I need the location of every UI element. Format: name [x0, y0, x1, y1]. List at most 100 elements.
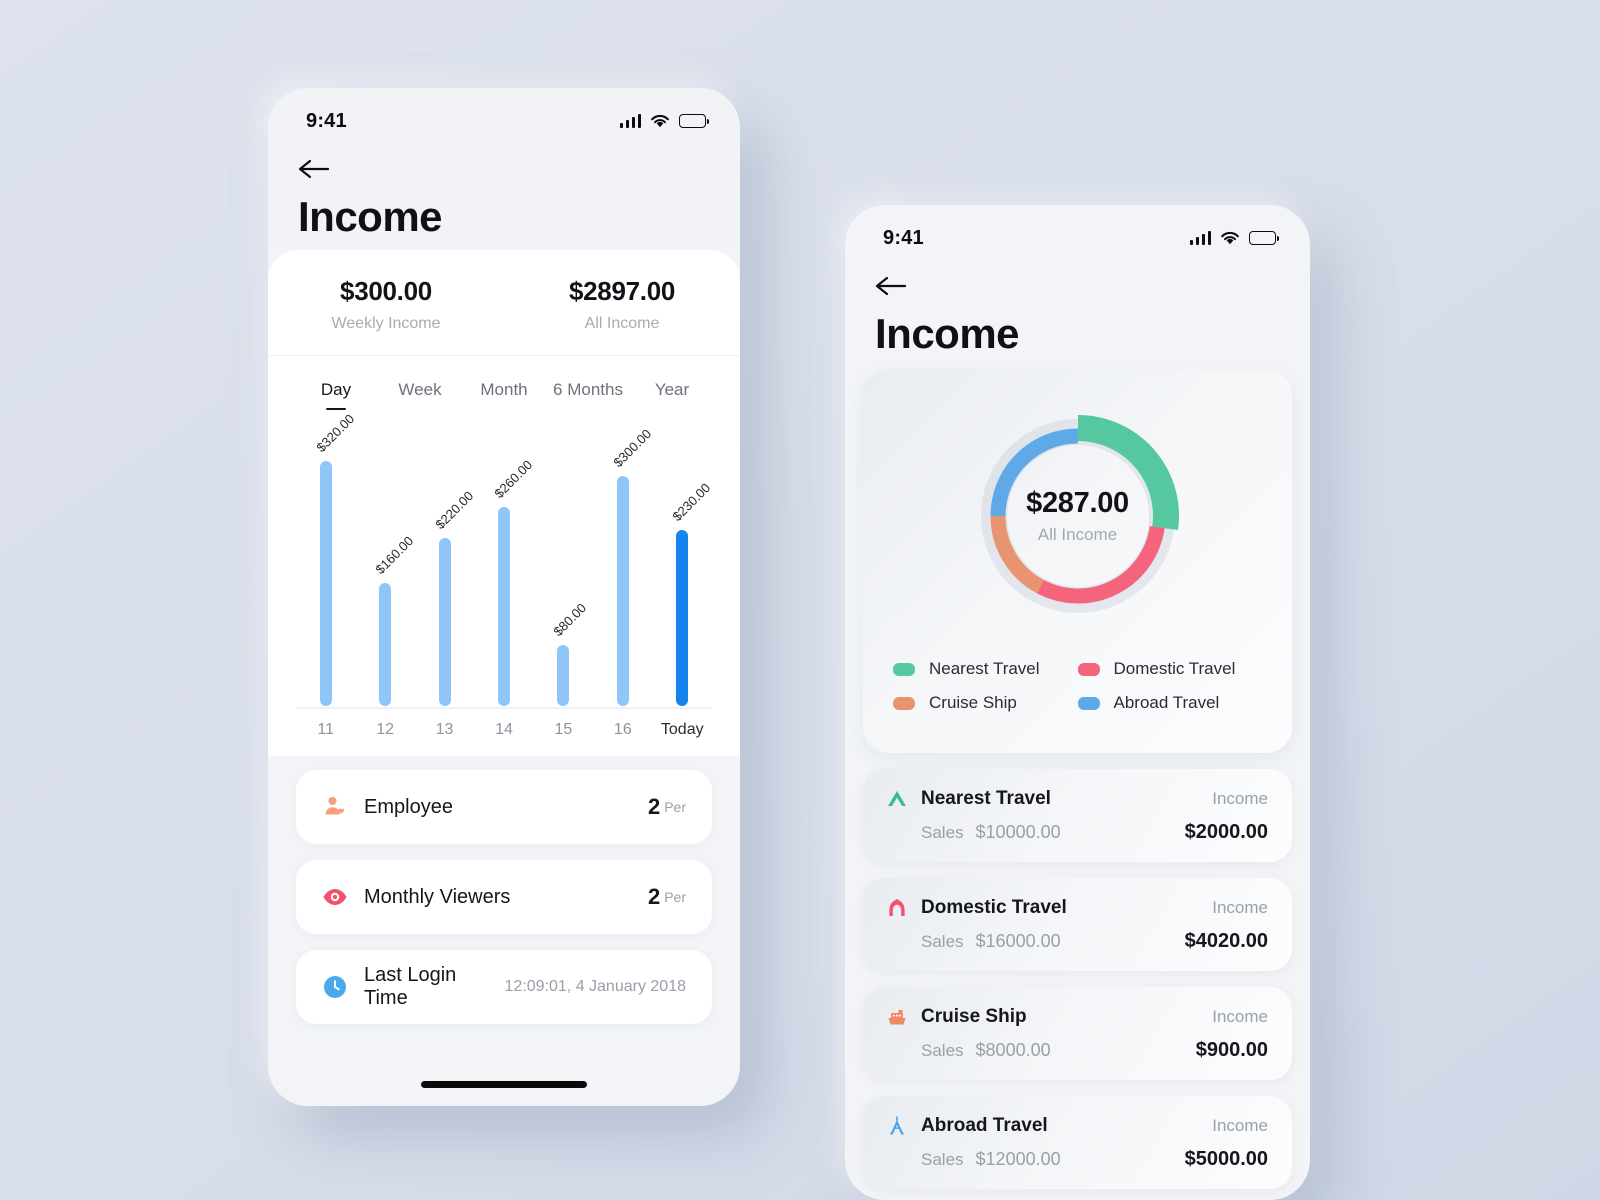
- stats-list: Employee 2 Per Monthly Viewers 2 Per Las…: [268, 756, 740, 1024]
- income-donut-card: $287.00 All Income Nearest Travel Domest…: [863, 369, 1292, 753]
- wifi-icon: [651, 114, 669, 127]
- bridge-arch-icon: [885, 896, 909, 920]
- list-item-label: Monthly Viewers: [364, 885, 511, 908]
- list-item-employee[interactable]: Employee 2 Per: [296, 770, 712, 844]
- travel-row-abroad-travel[interactable]: Abroad Travel Income Sales $12000.00 $50…: [863, 1096, 1292, 1189]
- status-bar: 9:41: [268, 88, 740, 140]
- bar-value-label: $220.00: [431, 488, 476, 532]
- bar[interactable]: [497, 507, 510, 706]
- legend-swatch: [1077, 662, 1100, 676]
- legend-swatch: [1077, 696, 1100, 710]
- bar[interactable]: [319, 461, 332, 706]
- donut-total-value: $287.00: [1026, 487, 1129, 519]
- travel-income-label: Income: [1212, 789, 1268, 808]
- tab-month[interactable]: Month: [462, 380, 546, 410]
- bar-column[interactable]: $220.00: [415, 436, 476, 706]
- donut-legend: Nearest Travel Domestic Travel Cruise Sh…: [863, 631, 1292, 727]
- bar[interactable]: [379, 583, 392, 706]
- donut-total-label: All Income: [1037, 525, 1118, 544]
- bar-value-label: $160.00: [372, 533, 417, 577]
- bar-column[interactable]: $320.00: [296, 411, 357, 706]
- tab-year[interactable]: Year: [630, 380, 714, 410]
- bar-column[interactable]: $230.00: [653, 436, 713, 706]
- travel-name: Domestic Travel: [921, 897, 1067, 918]
- bar[interactable]: [438, 538, 451, 706]
- list-item-value: 2: [647, 794, 661, 819]
- back-arrow-icon[interactable]: [298, 154, 332, 184]
- travel-row-nearest-travel[interactable]: Nearest Travel Income Sales $10000.00 $2…: [863, 769, 1292, 862]
- donut-center-text: $287.00 All Income: [1026, 487, 1129, 545]
- travel-income-value: $4020.00: [1184, 930, 1268, 952]
- travel-sales-key: Sales: [921, 1150, 964, 1169]
- bar[interactable]: [557, 645, 570, 706]
- status-bar: 9:41: [845, 205, 1310, 257]
- travel-name: Nearest Travel: [921, 788, 1051, 809]
- bar-value-label: $260.00: [491, 457, 536, 501]
- legend-swatch: [893, 696, 915, 710]
- bar-column[interactable]: $300.00: [593, 426, 654, 706]
- bar-value-label: $320.00: [313, 411, 357, 455]
- bar[interactable]: [616, 476, 629, 706]
- legend-label: Nearest Travel: [929, 659, 1040, 678]
- legend-swatch: [893, 662, 915, 676]
- income-donut-chart: $287.00 All Income: [963, 401, 1193, 631]
- eiffel-tower-icon: [885, 1114, 909, 1138]
- list-item-unit: Per: [664, 889, 686, 905]
- list-item-label: Last Login Time: [364, 964, 457, 1009]
- bar-x-label: 13: [435, 721, 454, 738]
- summary-value: $300.00: [340, 276, 432, 306]
- list-item-unit: Per: [664, 799, 686, 815]
- legend-item-cruise-ship[interactable]: Cruise Ship: [893, 693, 1078, 713]
- home-indicator: [421, 1081, 587, 1088]
- back-arrow-icon[interactable]: [875, 271, 909, 301]
- travel-row-domestic-travel[interactable]: Domestic Travel Income Sales $16000.00 $…: [863, 878, 1292, 971]
- travel-sales-key: Sales: [921, 1041, 964, 1060]
- status-time: 9:41: [883, 226, 924, 249]
- travel-sales-key: Sales: [921, 823, 964, 842]
- bar[interactable]: [676, 530, 689, 706]
- income-summary-card: $300.00 Weekly Income $2897.00 All Incom…: [268, 250, 740, 756]
- eye-icon: [322, 884, 348, 910]
- list-item-last-login-time[interactable]: Last Login Time 12:09:01, 4 January 2018: [296, 950, 712, 1024]
- legend-item-nearest-travel[interactable]: Nearest Travel: [893, 659, 1078, 679]
- travel-sales-key: Sales: [921, 932, 964, 951]
- travel-income-value: $900.00: [1195, 1039, 1268, 1061]
- bar-x-label: Today: [660, 721, 704, 738]
- list-item-meta: 12:09:01, 4 January 2018: [504, 978, 686, 995]
- summary-label: All Income: [584, 315, 660, 332]
- list-item-value: 2: [647, 884, 661, 909]
- travel-income-value: $2000.00: [1184, 821, 1268, 843]
- list-item-label: Employee: [364, 795, 453, 818]
- summary-weekly-income: $300.00 Weekly Income: [268, 276, 504, 333]
- travel-row-cruise-ship[interactable]: Cruise Ship Income Sales $8000.00 $900.0…: [863, 987, 1292, 1080]
- travel-sales-value: $16000.00: [975, 931, 1061, 951]
- bar-value-label: $300.00: [610, 426, 655, 470]
- wifi-icon: [1221, 231, 1239, 244]
- mountain-icon: [885, 787, 909, 811]
- bar-column[interactable]: $160.00: [355, 436, 417, 706]
- travel-income-label: Income: [1212, 898, 1268, 917]
- list-item-monthly-viewers[interactable]: Monthly Viewers 2 Per: [296, 860, 712, 934]
- battery-icon: [679, 114, 710, 128]
- phone-screen-income-bar: 9:41 Income $300.00 Weekly Income $2897.…: [268, 88, 740, 1106]
- employee-person-heart-icon: [322, 794, 348, 820]
- travel-income-label: Income: [1212, 1116, 1268, 1135]
- bar-value-label: $80.00: [550, 600, 590, 639]
- bar-column[interactable]: $80.00: [534, 436, 593, 706]
- travel-income-label: Income: [1212, 1007, 1268, 1026]
- bar-x-label: 16: [613, 721, 632, 738]
- bar-column[interactable]: $260.00: [474, 436, 536, 706]
- bar-x-label: 11: [317, 721, 335, 738]
- tab-6-months[interactable]: 6 Months: [546, 380, 630, 410]
- phone-screen-income-donut: 9:41 Income $287.00 All Income Nearest T…: [845, 205, 1310, 1200]
- clock-circle-icon: [322, 974, 348, 1000]
- bar-x-label: 14: [495, 721, 513, 738]
- cellular-bars-icon: [1189, 231, 1211, 245]
- tab-week[interactable]: Week: [378, 380, 462, 410]
- travel-name: Cruise Ship: [921, 1006, 1027, 1027]
- status-time: 9:41: [306, 109, 347, 132]
- legend-item-domestic-travel[interactable]: Domestic Travel: [1077, 659, 1263, 679]
- travel-list: Nearest Travel Income Sales $10000.00 $2…: [863, 769, 1292, 1189]
- tab-day[interactable]: Day: [294, 380, 378, 410]
- legend-item-abroad-travel[interactable]: Abroad Travel: [1077, 693, 1263, 713]
